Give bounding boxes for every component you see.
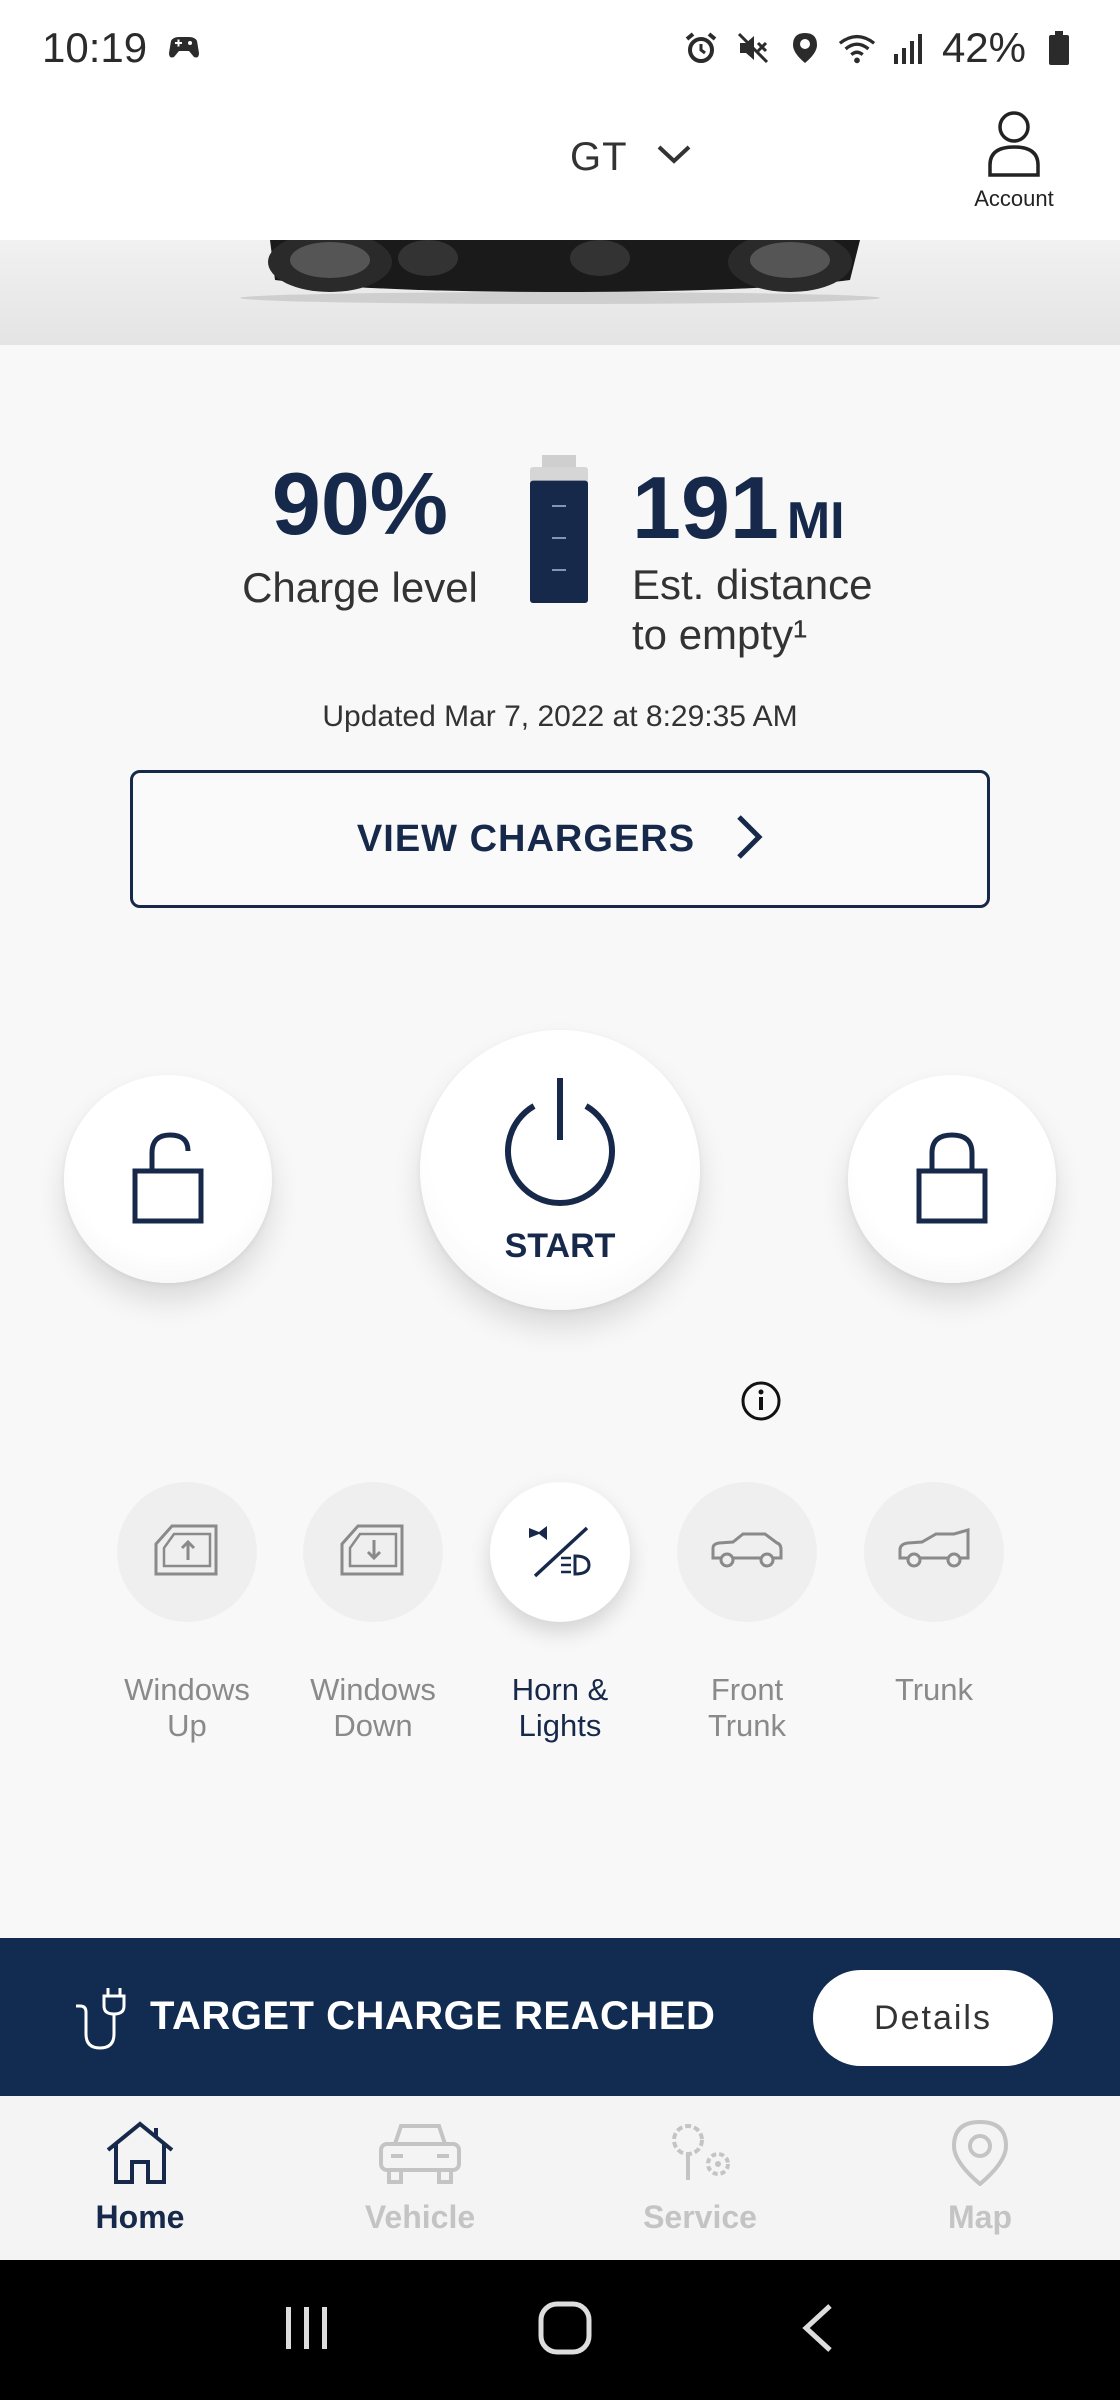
trunk-icon — [896, 1527, 972, 1577]
gamepad-icon — [165, 29, 203, 67]
vehicle-icon — [375, 2118, 465, 2191]
charge-notification-banner: TARGET CHARGE REACHED Details — [0, 1938, 1120, 2096]
range-estimate: 191 MI Est. distance to empty¹ — [632, 464, 932, 661]
power-icon — [498, 1074, 622, 1215]
battery-icon — [1040, 29, 1078, 67]
lock-icon — [916, 1129, 988, 1230]
charge-panel: 90% Charge level 191 MI Est. distance to … — [0, 450, 1120, 690]
wifi-icon — [838, 29, 876, 67]
bottom-navigation: Home Vehicle Service Map — [0, 2096, 1120, 2260]
start-label: START — [504, 1227, 616, 1265]
battery-fill — [530, 480, 588, 603]
nav-home-label: Home — [95, 2199, 185, 2235]
trunk-button[interactable] — [864, 1482, 1004, 1622]
horn-lights-action[interactable]: Horn & Lights — [485, 1482, 635, 1743]
home-icon — [102, 2118, 178, 2191]
info-icon[interactable] — [740, 1380, 782, 1427]
battery-percentage: 42% — [941, 23, 1026, 71]
windows-down-button[interactable] — [303, 1482, 443, 1622]
window-up-icon — [152, 1522, 222, 1583]
alarm-icon — [682, 29, 720, 67]
banner-title: TARGET CHARGE REACHED — [150, 1994, 716, 2038]
account-button[interactable]: Account — [964, 109, 1064, 212]
nav-service[interactable]: Service — [560, 2096, 840, 2260]
horn-lights-icon — [525, 1522, 595, 1583]
trunk-action[interactable]: Trunk — [859, 1482, 1009, 1708]
details-button[interactable]: Details — [813, 1970, 1053, 2066]
windows-down-action[interactable]: Windows Down — [298, 1482, 448, 1743]
status-bar: 10:19 42% — [0, 0, 1120, 95]
view-chargers-button[interactable]: VIEW CHARGERS — [130, 770, 990, 908]
range-label-line2: to empty¹ — [632, 611, 808, 659]
account-icon — [986, 109, 1042, 182]
nav-home[interactable]: Home — [0, 2096, 280, 2260]
signal-icon — [890, 29, 928, 67]
windows-up-action[interactable]: Windows Up — [112, 1482, 262, 1743]
front-trunk-icon — [709, 1528, 785, 1577]
system-navigation-bar — [0, 2260, 1120, 2400]
trunk-label: Trunk — [894, 1672, 974, 1707]
horn-lights-button[interactable] — [490, 1482, 630, 1622]
mute-icon — [734, 29, 772, 67]
nav-map[interactable]: Map — [840, 2096, 1120, 2260]
horn-lights-label: Horn & Lights — [511, 1672, 609, 1743]
app-header: GT Account — [0, 95, 1120, 240]
location-icon — [786, 29, 824, 67]
chevron-down-icon — [656, 143, 692, 172]
window-down-icon — [338, 1522, 408, 1583]
front-trunk-action[interactable]: Front Trunk — [672, 1482, 822, 1743]
nav-vehicle[interactable]: Vehicle — [280, 2096, 560, 2260]
front-trunk-label: Front Trunk — [707, 1672, 787, 1743]
recent-apps-button[interactable] — [282, 2303, 332, 2358]
nav-vehicle-label: Vehicle — [364, 2199, 476, 2235]
view-chargers-label: VIEW CHARGERS — [356, 817, 696, 860]
windows-down-label: Windows Down — [310, 1672, 436, 1743]
service-icon — [662, 2118, 738, 2191]
remote-start-button[interactable]: START — [420, 1030, 700, 1310]
back-button[interactable] — [798, 2300, 838, 2361]
charge-level: 90% Charge level — [230, 460, 490, 612]
lock-button[interactable] — [848, 1075, 1056, 1283]
charge-level-label: Charge level — [242, 564, 478, 611]
range-unit: MI — [786, 492, 845, 550]
battery-gauge-icon — [528, 455, 590, 610]
charging-plug-icon — [72, 1982, 128, 2059]
range-value: 191 — [632, 458, 779, 557]
range-label: Est. distance to empty¹ — [632, 560, 932, 661]
vehicle-name: GT — [570, 135, 628, 179]
vehicle-selector[interactable]: GT — [570, 135, 692, 180]
status-time: 10:19 — [42, 23, 148, 71]
nav-map-label: Map — [948, 2199, 1012, 2235]
chevron-right-icon — [735, 813, 763, 866]
unlock-icon — [132, 1129, 204, 1230]
front-trunk-button[interactable] — [677, 1482, 817, 1622]
nav-service-label: Service — [643, 2199, 757, 2235]
account-label: Account — [974, 186, 1054, 211]
unlock-button[interactable] — [64, 1075, 272, 1283]
charge-level-value: 90% — [271, 454, 449, 553]
range-label-line1: Est. distance — [632, 561, 873, 608]
windows-up-button[interactable] — [117, 1482, 257, 1622]
updated-timestamp: Updated Mar 7, 2022 at 8:29:35 AM — [322, 700, 798, 733]
vehicle-image — [0, 240, 1120, 345]
map-pin-icon — [950, 2118, 1010, 2191]
windows-up-label: Windows Up — [124, 1672, 250, 1743]
home-button[interactable] — [537, 2300, 593, 2361]
